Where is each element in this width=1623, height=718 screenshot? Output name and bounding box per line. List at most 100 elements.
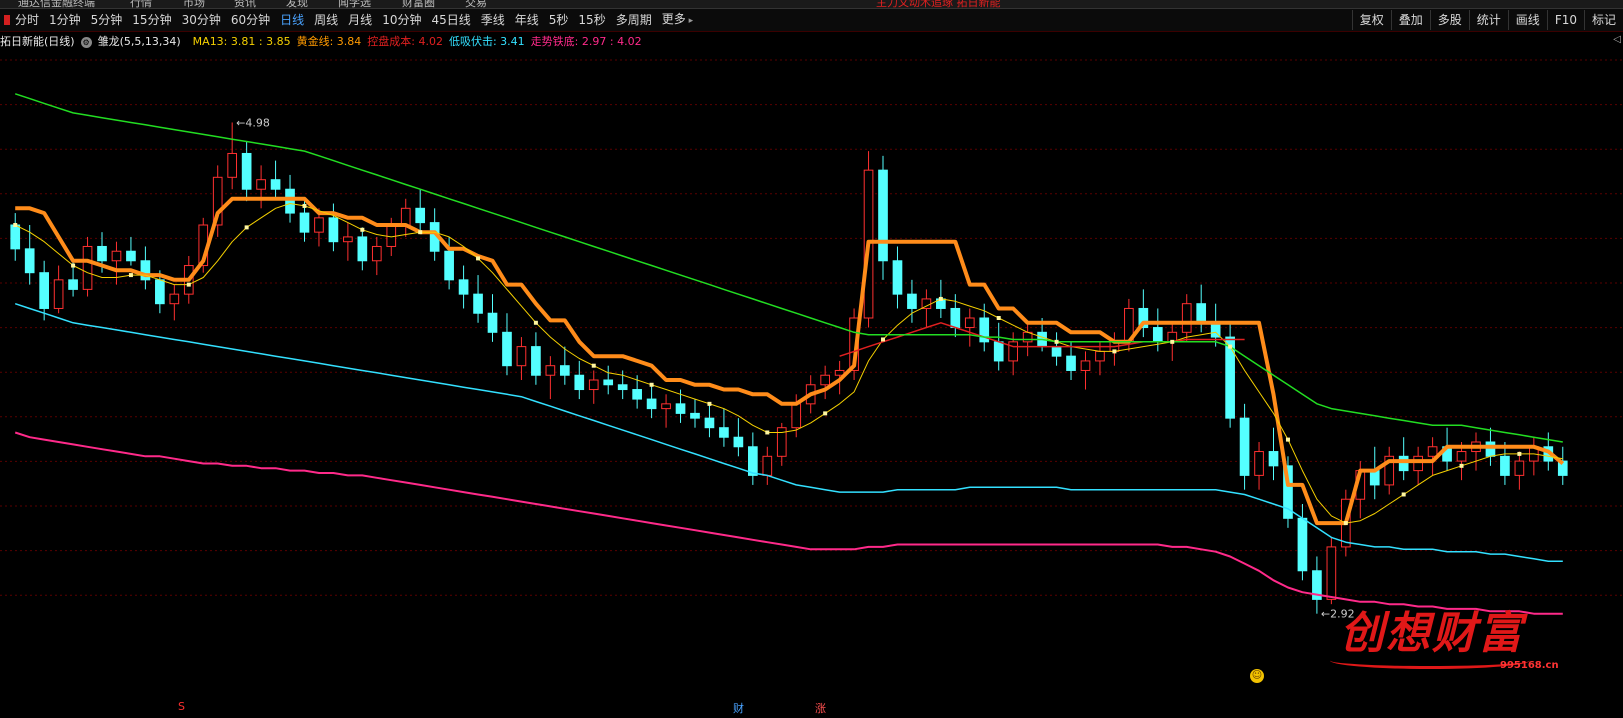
tool-button[interactable]: 复权	[1351, 10, 1391, 30]
period-tab[interactable]: 15秒	[573, 9, 610, 31]
high-price-label: ←4.98	[236, 116, 270, 129]
ma-dot	[707, 401, 712, 406]
candle-body	[82, 245, 93, 290]
period-tab[interactable]: 年线	[510, 9, 544, 31]
candle-body	[97, 245, 107, 262]
event-marker[interactable]: 涨	[815, 700, 826, 716]
candle-body	[878, 169, 888, 262]
ma-dot	[360, 227, 365, 232]
ma-dot	[1228, 344, 1233, 349]
period-tab[interactable]: 30分钟	[177, 9, 226, 31]
candle-body	[53, 279, 64, 309]
period-tab[interactable]: 分时	[10, 9, 44, 31]
watermark-url: 995168.cn	[1500, 660, 1559, 671]
formula-label[interactable]: ⚙ 雏龙(5,5,13,34)	[80, 33, 187, 49]
candle-body	[111, 250, 122, 262]
period-tab[interactable]: 45日线	[426, 9, 475, 31]
candle-body	[227, 152, 238, 178]
candle-body	[10, 224, 21, 250]
menu-item-trade[interactable]: 交易	[465, 0, 487, 8]
candle-body	[921, 298, 932, 309]
candle-body	[559, 365, 570, 376]
candle-body	[415, 207, 426, 224]
tool-button[interactable]: F10	[1546, 10, 1584, 30]
candle-body	[400, 207, 411, 226]
menu-item-app[interactable]: 通达信金融终端	[18, 0, 95, 8]
menu-item-quotes[interactable]: 行情	[130, 0, 152, 8]
tool-button[interactable]: 画线	[1507, 10, 1547, 30]
period-tab[interactable]: 更多	[657, 8, 698, 32]
period-tab[interactable]: 多周期	[611, 9, 657, 31]
indicator-legend: 拓日新能(日线) ⚙ 雏龙(5,5,13,34) MA13: 3.81 : 3.8…	[0, 32, 648, 50]
menu-item-discover[interactable]: 发现	[286, 0, 308, 8]
candle-body	[661, 403, 671, 410]
ma-dot	[128, 273, 133, 278]
period-tab[interactable]: 15分钟	[127, 9, 176, 31]
candle-body	[39, 272, 49, 309]
menu-item-market[interactable]: 市场	[183, 0, 205, 8]
watermark-logo: 创想财富	[1340, 608, 1524, 659]
candle-body	[675, 403, 686, 414]
ma-dot	[533, 320, 538, 325]
period-tab[interactable]: 5分钟	[86, 9, 128, 31]
candle-body	[473, 293, 483, 314]
tool-button[interactable]: 标记	[1583, 10, 1623, 30]
candle-body	[1066, 355, 1076, 371]
candle-body	[126, 250, 136, 262]
candle-body	[1051, 346, 1062, 357]
collapse-panel-icon[interactable]: ◁	[1613, 34, 1621, 45]
candle-body	[444, 250, 454, 281]
indicator-line	[14, 203, 1563, 524]
stock-title[interactable]: 拓日新能(日线)	[0, 33, 75, 49]
candle-body	[299, 212, 310, 233]
candle-body	[502, 331, 512, 367]
indicator-value: 控盘成本: 4.02	[367, 35, 443, 48]
period-tab[interactable]: 周线	[309, 9, 343, 31]
candle-body	[1196, 303, 1207, 324]
ma-dot	[1517, 451, 1522, 456]
indicator-value: 走势铁底: 2.97 : 4.02	[530, 35, 642, 48]
tool-button[interactable]: 统计	[1468, 10, 1508, 30]
menu-item-ask[interactable]: 闻学选	[338, 0, 371, 8]
ma-dot	[1112, 349, 1117, 354]
candle-body	[256, 179, 266, 190]
candle-body	[892, 260, 903, 295]
candle-body	[1514, 460, 1525, 476]
candle-body	[1427, 446, 1438, 457]
candle-body	[1080, 360, 1091, 371]
candle-body	[68, 279, 78, 290]
candle-body	[516, 346, 527, 367]
menu-item-wealth[interactable]: 财富圈	[402, 0, 435, 8]
menu-item-news[interactable]: 资讯	[234, 0, 256, 8]
event-marker[interactable]: S	[178, 700, 185, 713]
candle-body	[791, 403, 802, 429]
candle-body	[733, 436, 744, 448]
event-marker[interactable]: 财	[733, 700, 744, 716]
candle-body	[907, 293, 917, 309]
period-tab[interactable]: 10分钟	[377, 9, 426, 31]
candle-body	[1239, 417, 1250, 476]
candle-body	[964, 317, 975, 329]
candle-body	[574, 374, 585, 391]
candle-body	[1326, 546, 1337, 600]
period-tab[interactable]: 日线	[275, 9, 309, 31]
period-tab[interactable]: 月线	[343, 9, 377, 31]
period-toolbar: 分时 1分钟 5分钟 15分钟 30分钟 60分钟 日线 周线 月线 10分钟 45日线 季线 年线 5秒…	[0, 9, 1623, 32]
candle-body	[820, 374, 830, 386]
candle-body	[603, 379, 614, 386]
ma-dot	[418, 230, 423, 235]
period-tab[interactable]: 5秒	[544, 9, 574, 31]
candle-body	[386, 224, 397, 247]
indicator-value: 黄金线: 3.84	[296, 35, 362, 48]
candle-body	[328, 217, 339, 243]
period-tab[interactable]: 60分钟	[226, 9, 275, 31]
period-tab[interactable]: 1分钟	[44, 9, 86, 31]
gear-icon[interactable]: ⚙	[80, 37, 92, 48]
candle-body	[950, 307, 961, 329]
tool-button[interactable]: 叠加	[1390, 10, 1430, 30]
period-tab[interactable]: 季线	[476, 9, 510, 31]
tool-button[interactable]: 多股	[1429, 10, 1469, 30]
smiley-icon[interactable]: ☺	[1250, 669, 1264, 683]
candle-body	[545, 365, 556, 376]
candle-body	[357, 236, 368, 262]
